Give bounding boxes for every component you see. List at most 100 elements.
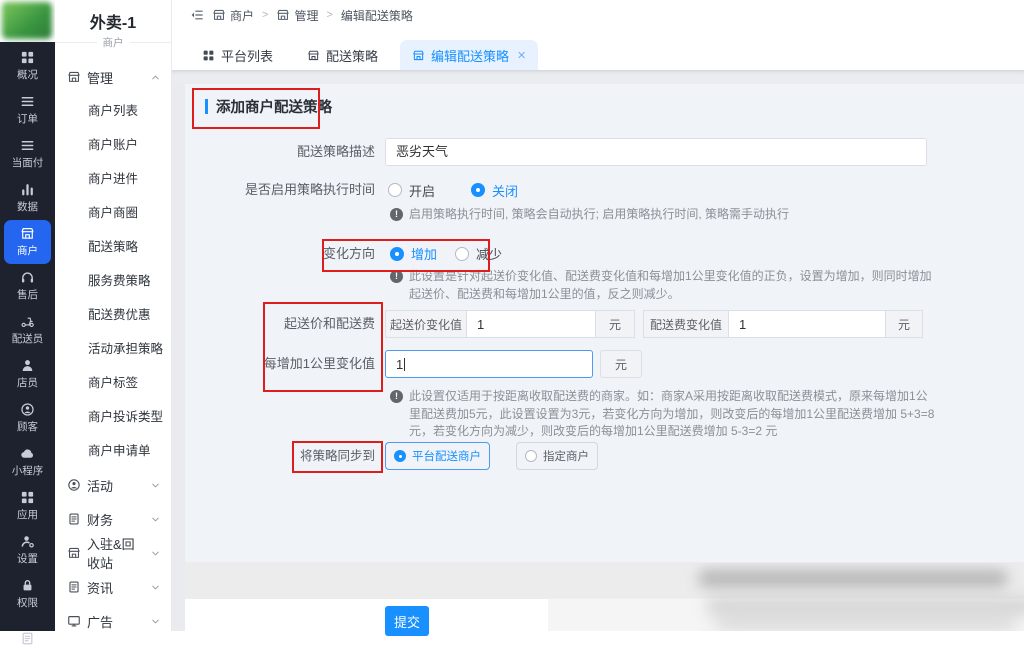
radio-sync-specified-merchants[interactable]: 指定商户 (516, 442, 598, 470)
sidebar-item-merchant-tags[interactable]: 商户标签 (55, 366, 171, 400)
scooter-icon (20, 314, 35, 329)
person-gear-icon (20, 534, 35, 549)
sidebar-item-service-fee-strategy[interactable]: 服务费策略 (55, 264, 171, 298)
sidebar-group-ads[interactable]: 广告 (55, 604, 171, 638)
rail-item-orders[interactable]: 订单 (0, 88, 55, 132)
sidebar-item-complaint-types[interactable]: 商户投诉类型 (55, 400, 171, 434)
rail-item-customer[interactable]: 顾客 (0, 396, 55, 440)
rail-item-overview[interactable]: 概况 (0, 44, 55, 88)
rail-item-settings[interactable]: 设置 (0, 528, 55, 572)
tab-edit-delivery-strategy[interactable]: 编辑配送策略 (400, 40, 538, 70)
person-circle-icon (20, 402, 35, 417)
sidebar-group-news[interactable]: 资讯 (55, 570, 171, 604)
tab-bar: 平台列表 配送策略 编辑配送策略 (172, 30, 1024, 70)
radio-icon (388, 183, 402, 197)
radio-enable-off[interactable]: 关闭 (471, 181, 518, 200)
rail-item-courier[interactable]: 配送员 (0, 308, 55, 352)
min-price-input[interactable]: 1 (466, 310, 596, 338)
blurred-watermark (548, 563, 1024, 631)
min-price-addon: 起送价变化值 (385, 310, 467, 338)
list-icon (20, 94, 35, 109)
headset-icon (20, 270, 35, 285)
store-icon (307, 49, 320, 62)
direction-radio-group: 增加 减少 (390, 239, 502, 268)
submit-button[interactable]: 提交 (385, 606, 429, 636)
cloud-icon (20, 446, 35, 461)
chevron-down-icon (150, 514, 161, 525)
sidebar-item-merchant-applications[interactable]: 商户申请单 (55, 434, 171, 468)
sidebar-item-activity-bearing[interactable]: 活动承担策略 (55, 332, 171, 366)
radio-enable-on[interactable]: 开启 (388, 181, 435, 200)
rail-item-aftersale[interactable]: 售后 (0, 264, 55, 308)
rail-item-data[interactable]: 数据 (0, 176, 55, 220)
store-icon (20, 226, 35, 241)
store-icon (67, 70, 81, 84)
field-label-description: 配送策略描述 (190, 138, 375, 166)
chevron-down-icon (150, 548, 161, 559)
app-title: 外卖-1 (55, 9, 171, 33)
doc-icon (67, 512, 81, 526)
menu-fold-icon[interactable] (190, 8, 204, 22)
per-km-unit: 元 (600, 350, 642, 378)
delivery-fee-addon: 配送费变化值 (643, 310, 729, 338)
description-input[interactable]: 恶劣天气 (385, 138, 927, 166)
sidebar-item-merchant-account[interactable]: 商户账户 (55, 128, 171, 162)
breadcrumb-manage[interactable]: 管理 (276, 7, 318, 24)
field-label-per-km: 每增加1公里变化值 (190, 350, 375, 378)
rail-item-permissions[interactable]: 权限 (0, 572, 55, 616)
field-label-direction: 变化方向 (190, 239, 375, 268)
radio-direction-increase[interactable]: 增加 (390, 244, 437, 263)
store-icon (276, 8, 290, 22)
radio-icon (394, 450, 406, 462)
delivery-fee-unit: 元 (885, 310, 923, 338)
radio-icon (455, 247, 469, 261)
person-circle-icon (67, 478, 81, 492)
per-km-input[interactable]: 1 (385, 350, 593, 378)
rail-item-apps[interactable]: 应用 (0, 484, 55, 528)
sidebar-section-title: 商户 (55, 35, 171, 50)
enable-time-help: 启用策略执行时间, 策略会自动执行; 启用策略执行时间, 策略需手动执行 (390, 206, 930, 224)
radio-sync-platform-merchants[interactable]: 平台配送商户 (385, 442, 490, 470)
info-icon (390, 270, 403, 283)
breadcrumb-merchant[interactable]: 商户 (212, 7, 254, 24)
field-label-sync: 将策略同步到 (190, 442, 375, 470)
store-icon (212, 8, 226, 22)
doc-icon (20, 631, 35, 646)
field-label-enable-time: 是否启用策略执行时间 (190, 176, 375, 204)
rail-item-miniprogram[interactable]: 小程序 (0, 440, 55, 484)
sidebar-item-delivery-strategy[interactable]: 配送策略 (55, 230, 171, 264)
person-icon (20, 358, 35, 373)
rail-item-partial[interactable] (0, 616, 55, 660)
radio-direction-decrease[interactable]: 减少 (455, 244, 502, 263)
rail-item-staff[interactable]: 店员 (0, 352, 55, 396)
info-icon (390, 390, 403, 403)
sidebar-group-manage[interactable]: 管理 (55, 60, 171, 94)
app-logo (0, 0, 55, 42)
field-label-price-fee: 起送价和配送费 (190, 310, 375, 338)
enable-time-radio-group: 开启 关闭 (388, 176, 518, 204)
lock-icon (20, 578, 35, 593)
chevron-down-icon (150, 616, 161, 627)
chevron-down-icon (150, 480, 161, 491)
news-icon (67, 580, 81, 594)
close-icon[interactable] (517, 49, 526, 62)
delivery-fee-input[interactable]: 1 (728, 310, 886, 338)
grid-icon (20, 490, 35, 505)
content-gutter (172, 84, 185, 631)
sidebar-group-onboarding-recycle[interactable]: 入驻&回收站 (55, 536, 171, 570)
sidebar-group-activity[interactable]: 活动 (55, 468, 171, 502)
sidebar-group-finance[interactable]: 财务 (55, 502, 171, 536)
min-price-unit: 元 (595, 310, 635, 338)
sidebar-item-delivery-fee-discount[interactable]: 配送费优惠 (55, 298, 171, 332)
tab-delivery-strategy[interactable]: 配送策略 (295, 40, 390, 70)
sidebar-item-merchant-onboarding[interactable]: 商户进件 (55, 162, 171, 196)
rail-item-facepay[interactable]: 当面付 (0, 132, 55, 176)
sidebar-item-merchant-list[interactable]: 商户列表 (55, 94, 171, 128)
breadcrumb-separator (326, 9, 332, 21)
rail-item-merchant-active[interactable]: 商户 (4, 220, 51, 264)
sidebar-item-merchant-zone[interactable]: 商户商圈 (55, 196, 171, 230)
breadcrumb-current: 编辑配送策略 (341, 7, 413, 24)
monitor-icon (67, 614, 81, 628)
tab-platform-list[interactable]: 平台列表 (190, 40, 285, 70)
page-title: 添加商户配送策略 (205, 96, 332, 117)
